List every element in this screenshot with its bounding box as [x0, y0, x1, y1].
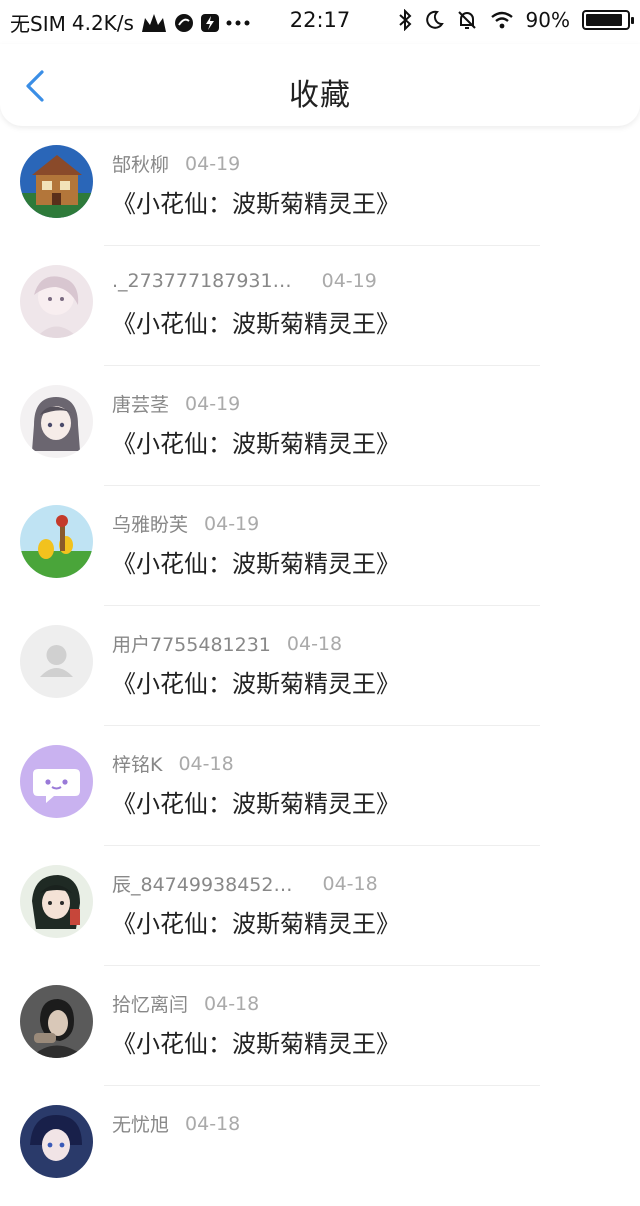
list-item[interactable]: 梓铭K 04-18 《小花仙：波斯菊精灵王》: [0, 726, 640, 846]
avatar: [20, 265, 93, 338]
avatar: [20, 145, 93, 218]
battery-percent: 90%: [525, 8, 570, 32]
favorites-list: 郜秋柳 04-19 《小花仙：波斯菊精灵王》 ._273777187931… 0…: [0, 126, 640, 1206]
user-name: 无忧旭: [112, 1114, 170, 1136]
user-name: 拾忆离闫: [112, 994, 189, 1016]
list-item[interactable]: 辰_84749938452… 04-18 《小花仙：波斯菊精灵王》: [0, 846, 640, 966]
user-name: 乌雅盼芙: [112, 514, 189, 536]
avatar: [20, 745, 93, 818]
user-name: 辰_84749938452…: [112, 874, 293, 896]
list-item[interactable]: 唐芸茎 04-19 《小花仙：波斯菊精灵王》: [0, 366, 640, 486]
item-meta: 郜秋柳 04-19: [112, 150, 240, 177]
item-meta: 拾忆离闫 04-18: [112, 990, 259, 1017]
item-meta: 用户7755481231 04-18: [112, 630, 342, 657]
item-date: 04-19: [321, 270, 377, 292]
item-meta: 辰_84749938452… 04-18: [112, 870, 378, 897]
item-title: 《小花仙：波斯菊精灵王》: [112, 550, 400, 578]
avatar: [20, 385, 93, 458]
item-title: 《小花仙：波斯菊精灵王》: [112, 910, 400, 938]
list-item[interactable]: 乌雅盼芙 04-19 《小花仙：波斯菊精灵王》: [0, 486, 640, 606]
avatar: [20, 985, 93, 1058]
item-date: 04-18: [204, 992, 260, 1015]
item-title: 《小花仙：波斯菊精灵王》: [112, 190, 400, 218]
list-item[interactable]: 无忧旭 04-18: [0, 1086, 640, 1206]
wifi-icon: [490, 11, 514, 29]
item-meta: 乌雅盼芙 04-19: [112, 510, 259, 537]
item-title: 《小花仙：波斯菊精灵王》: [112, 430, 400, 458]
mute-bell-icon: [456, 9, 478, 31]
item-date: 04-18: [178, 752, 234, 775]
status-bar: 无SIM 4.2K/s 22:17 90%: [0, 0, 640, 44]
bluetooth-icon: [398, 9, 412, 31]
list-item[interactable]: ._273777187931… 04-19 《小花仙：波斯菊精灵王》: [0, 246, 640, 366]
list-item[interactable]: 用户7755481231 04-18 《小花仙：波斯菊精灵王》: [0, 606, 640, 726]
avatar: [20, 505, 93, 578]
item-title: 《小花仙：波斯菊精灵王》: [112, 1030, 400, 1058]
battery-icon: [582, 10, 634, 30]
item-date: 04-18: [286, 632, 343, 655]
nav-bar: 收藏: [0, 44, 640, 126]
item-meta: 唐芸茎 04-19: [112, 390, 240, 417]
battery-fill: [586, 14, 622, 26]
item-date: 04-18: [322, 872, 378, 895]
moon-icon: [424, 10, 444, 30]
list-item[interactable]: 拾忆离闫 04-18 《小花仙：波斯菊精灵王》: [0, 966, 640, 1086]
avatar: [20, 1105, 93, 1178]
default-avatar: [20, 625, 93, 698]
list-item[interactable]: 郜秋柳 04-19 《小花仙：波斯菊精灵王》: [0, 126, 640, 246]
avatar: [20, 865, 93, 938]
page-title: 收藏: [289, 78, 351, 113]
user-name: ._273777187931…: [112, 270, 292, 292]
item-date: 04-19: [185, 392, 241, 415]
user-name: 唐芸茎: [112, 394, 170, 416]
item-meta: ._273777187931… 04-19: [112, 270, 377, 292]
item-date: 04-19: [185, 152, 241, 175]
status-right: 90%: [398, 8, 634, 32]
item-date: 04-19: [204, 512, 260, 535]
item-meta: 无忧旭 04-18: [112, 1110, 240, 1137]
item-title: 《小花仙：波斯菊精灵王》: [112, 310, 400, 338]
item-title: 《小花仙：波斯菊精灵王》: [112, 670, 400, 698]
user-name: 郜秋柳: [112, 154, 170, 176]
user-name: 用户7755481231: [112, 634, 271, 656]
item-title: 《小花仙：波斯菊精灵王》: [112, 790, 400, 818]
item-meta: 梓铭K 04-18: [112, 750, 234, 777]
user-name: 梓铭K: [112, 754, 163, 776]
item-date: 04-18: [185, 1112, 241, 1135]
